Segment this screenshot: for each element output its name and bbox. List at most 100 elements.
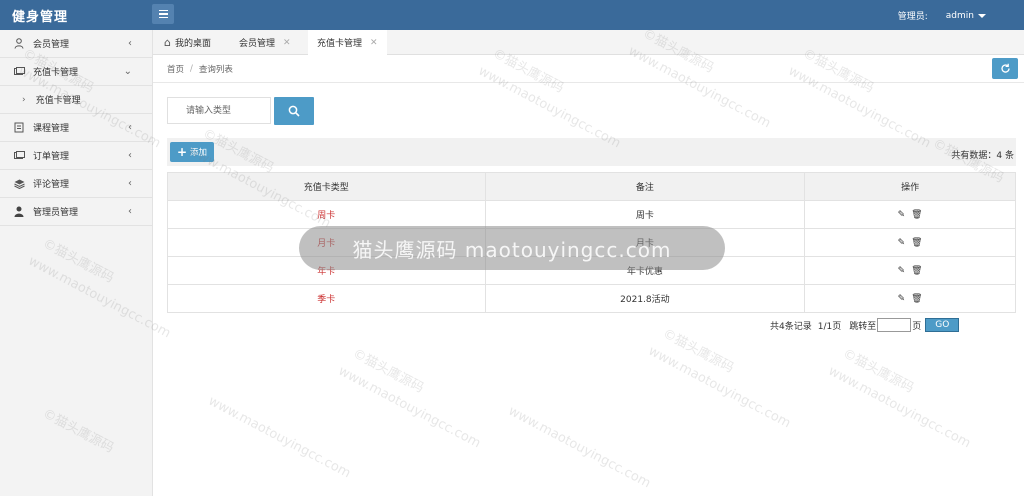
edit-icon[interactable]: ✎: [898, 266, 906, 276]
sidebar-item-admins[interactable]: 管理员管理 ‹: [0, 198, 152, 226]
cell-actions: ✎ 🗑: [804, 228, 1016, 257]
search-input[interactable]: [167, 97, 271, 124]
pager-records: 共4条记录: [770, 321, 812, 332]
tab-label: 我的桌面: [174, 39, 211, 49]
chevron-left-icon: ‹: [128, 178, 132, 189]
add-button[interactable]: + 添加: [170, 142, 214, 162]
tab-label: 会员管理: [239, 39, 276, 49]
hamburger-icon-line: [158, 9, 168, 12]
app-title: 健身管理: [12, 10, 69, 25]
tab-label: 充值卡管理: [317, 39, 363, 49]
cell-actions: ✎ 🗑: [804, 284, 1016, 313]
total-count: 共有数据：4 条: [951, 151, 1014, 161]
hamburger-icon-line: [158, 16, 168, 19]
menu-toggle-button[interactable]: [152, 4, 174, 24]
sidebar-item-label: 管理员管理: [33, 208, 79, 218]
sidebar-item-label: 评论管理: [33, 180, 70, 190]
close-icon[interactable]: ✕: [283, 38, 291, 48]
table-header-row: 充值卡类型 备注 操作: [167, 172, 1016, 201]
cell-note: 年卡优惠: [484, 256, 806, 285]
admin-dropdown[interactable]: admin: [946, 9, 986, 22]
refresh-icon: [1000, 63, 1010, 73]
chevron-down-icon: ⌄: [123, 66, 132, 77]
table-row: 季卡 2021.8活动 ✎ 🗑: [167, 284, 1016, 313]
card-icon: [13, 66, 25, 78]
admin-label: 管理员:: [897, 12, 928, 22]
page-jump-input[interactable]: [877, 318, 912, 332]
cell-card-type: 周卡: [167, 200, 486, 229]
add-button-label: 添加: [190, 148, 208, 158]
breadcrumb: 首页 / 查询列表: [153, 55, 1024, 83]
table-row: 年卡 年卡优惠 ✎ 🗑: [167, 256, 1016, 285]
close-icon[interactable]: ✕: [370, 38, 378, 48]
sidebar-subitem-card-manage[interactable]: › 充值卡管理: [0, 86, 152, 114]
sidebar-item-label: 课程管理: [33, 124, 70, 134]
layers-icon: [13, 178, 25, 190]
order-icon: [13, 150, 25, 162]
caret-down-icon: [978, 13, 986, 18]
cell-card-type: 月卡: [167, 228, 486, 257]
cell-card-type: 季卡: [167, 284, 486, 313]
home-icon: ⌂: [164, 36, 171, 49]
admin-name: admin: [945, 10, 974, 21]
column-header-note: 备注: [484, 172, 806, 201]
breadcrumb-current: 查询列表: [198, 64, 233, 75]
top-bar: 健身管理 管理员: admin: [0, 0, 1024, 30]
column-header-type: 充值卡类型: [167, 172, 486, 201]
search-icon: [288, 105, 300, 117]
chevron-left-icon: ‹: [128, 206, 132, 217]
cell-actions: ✎ 🗑: [804, 200, 1016, 229]
sidebar-item-comments[interactable]: 评论管理 ‹: [0, 170, 152, 198]
watermark-text: ©猫头鹰源码: [660, 326, 737, 377]
trash-icon[interactable]: 🗑: [911, 238, 922, 248]
watermark-url: www.maotouyingcc.com: [205, 393, 353, 482]
pager-pages: 1/1页: [817, 321, 842, 332]
watermark-text: ©猫头鹰源码: [840, 346, 917, 397]
chevron-right-icon: ›: [22, 94, 26, 105]
trash-icon[interactable]: 🗑: [911, 266, 922, 276]
sidebar-subitem-label: 充值卡管理: [35, 96, 81, 106]
hamburger-icon-line: [158, 13, 168, 15]
cell-note: 2021.8活动: [484, 284, 806, 313]
cell-card-type: 年卡: [167, 256, 486, 285]
sidebar-item-orders[interactable]: 订单管理 ‹: [0, 142, 152, 170]
chevron-left-icon: ‹: [128, 122, 132, 133]
tab-desktop[interactable]: ⌂ 我的桌面: [155, 30, 220, 55]
sidebar-item-label: 充值卡管理: [33, 68, 79, 78]
tab-bar: ⌂ 我的桌面 会员管理 ✕ 充值卡管理 ✕: [153, 30, 1024, 55]
edit-icon[interactable]: ✎: [898, 238, 906, 248]
pager-page-unit: 页: [912, 321, 922, 332]
edit-icon[interactable]: ✎: [898, 294, 906, 304]
sidebar: 会员管理 ‹ 充值卡管理 ⌄ › 充值卡管理 课程管理 ‹ 订单管理 ‹ 评论管…: [0, 30, 153, 496]
watermark-url: www.maotouyingcc.com: [645, 343, 793, 432]
pagination: 共4条记录 1/1页 跳转至 页 GO: [770, 318, 960, 332]
breadcrumb-separator: /: [190, 63, 193, 74]
sidebar-item-cards[interactable]: 充值卡管理 ⌄: [0, 58, 152, 86]
search-button[interactable]: [274, 97, 314, 125]
trash-icon[interactable]: 🗑: [911, 210, 922, 220]
sidebar-item-members[interactable]: 会员管理 ‹: [0, 30, 152, 58]
user-icon: [13, 38, 25, 50]
admin-area: 管理员: admin: [898, 9, 986, 22]
breadcrumb-home[interactable]: 首页: [167, 63, 184, 75]
book-icon: [13, 122, 25, 134]
trash-icon[interactable]: 🗑: [911, 294, 922, 304]
sidebar-item-courses[interactable]: 课程管理 ‹: [0, 114, 152, 142]
tab-members[interactable]: 会员管理 ✕: [230, 30, 300, 55]
cell-actions: ✎ 🗑: [804, 256, 1016, 285]
table-toolbar: + 添加 共有数据：4 条: [167, 138, 1016, 166]
cell-note: 月卡: [484, 228, 806, 257]
go-button[interactable]: GO: [925, 318, 960, 332]
sidebar-item-label: 会员管理: [33, 40, 70, 50]
table-row: 周卡 周卡 ✎ 🗑: [167, 200, 1016, 229]
column-header-actions: 操作: [804, 172, 1016, 201]
cell-note: 周卡: [484, 200, 806, 229]
card-table: 充值卡类型 备注 操作 周卡 周卡 ✎ 🗑 月卡 月卡 ✎ 🗑 年卡 年卡优惠 ✎ 🗑…: [167, 172, 1016, 313]
edit-icon[interactable]: ✎: [898, 210, 906, 220]
person-icon: [13, 206, 25, 218]
pager-jump-label: 跳转至: [849, 321, 877, 332]
watermark-text: ©猫头鹰源码: [350, 346, 427, 397]
plus-icon: +: [176, 145, 188, 159]
refresh-button[interactable]: [992, 58, 1018, 79]
tab-cards[interactable]: 充值卡管理 ✕: [308, 30, 387, 55]
